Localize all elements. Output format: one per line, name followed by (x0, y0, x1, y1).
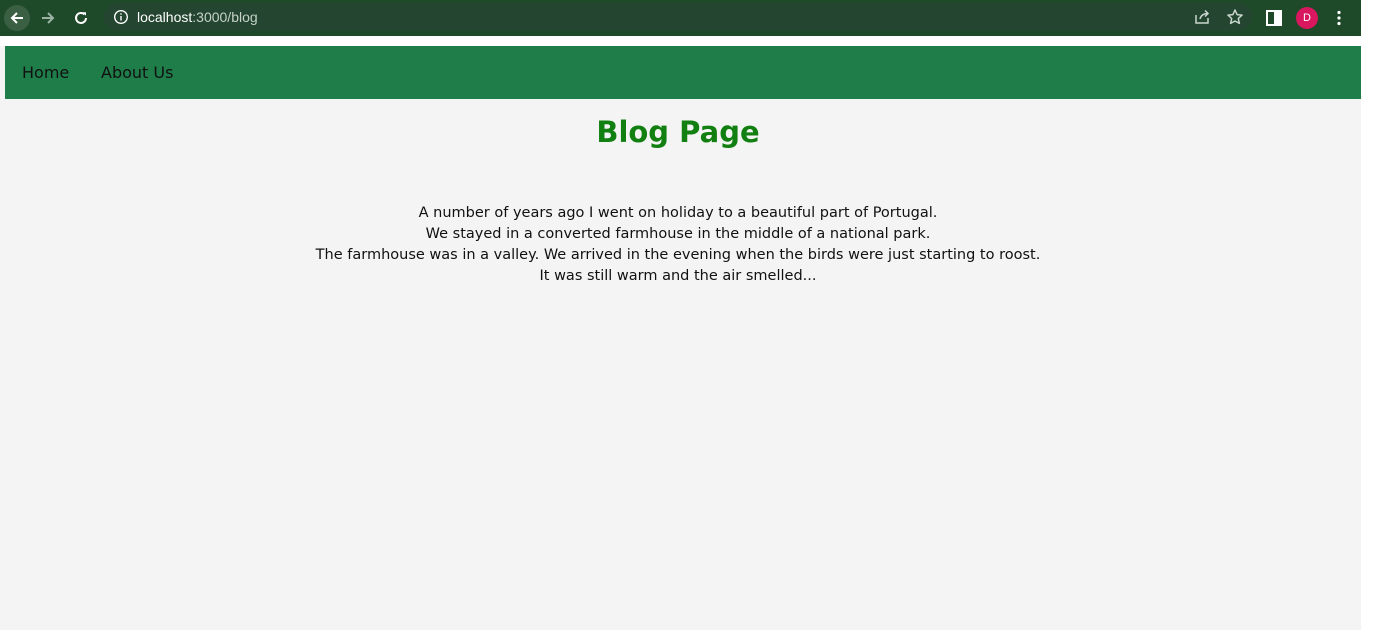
toolbar-separator (0, 36, 1361, 46)
site-navbar: Home About Us (5, 46, 1361, 99)
reload-icon (75, 11, 87, 24)
reload-button[interactable] (68, 5, 94, 31)
blog-post: A number of years ago I went on holiday … (0, 203, 1356, 287)
browser-toolbar: localhost:3000/blog D (0, 0, 1361, 36)
side-panel-icon[interactable] (1265, 9, 1283, 27)
kebab-menu-icon[interactable] (1330, 9, 1348, 27)
forward-button[interactable] (35, 5, 61, 31)
page-title: Blog Page (596, 115, 760, 149)
back-button[interactable] (4, 5, 30, 31)
browser-viewport: localhost:3000/blog D Home About Us Blog… (0, 0, 1361, 630)
share-icon[interactable] (1193, 8, 1211, 26)
info-icon[interactable] (113, 9, 129, 25)
post-line: We stayed in a converted farmhouse in th… (425, 226, 931, 242)
url-host: localhost (137, 9, 193, 25)
post-line: A number of years ago I went on holiday … (418, 205, 938, 221)
post-line: The farmhouse was in a valley. We arrive… (315, 247, 1041, 263)
nav-link-about-us[interactable]: About Us (101, 63, 173, 82)
url-text[interactable]: localhost:3000/blog (137, 9, 258, 25)
arrow-left-icon (10, 12, 23, 24)
url-path: :3000/blog (192, 9, 258, 25)
arrow-right-icon (42, 12, 55, 24)
address-bar[interactable]: localhost:3000/blog (104, 3, 1252, 31)
nav-link-home[interactable]: Home (22, 63, 69, 82)
star-icon[interactable] (1226, 8, 1244, 26)
post-line: It was still warm and the air smelled... (539, 268, 817, 284)
profile-avatar[interactable]: D (1296, 7, 1318, 29)
